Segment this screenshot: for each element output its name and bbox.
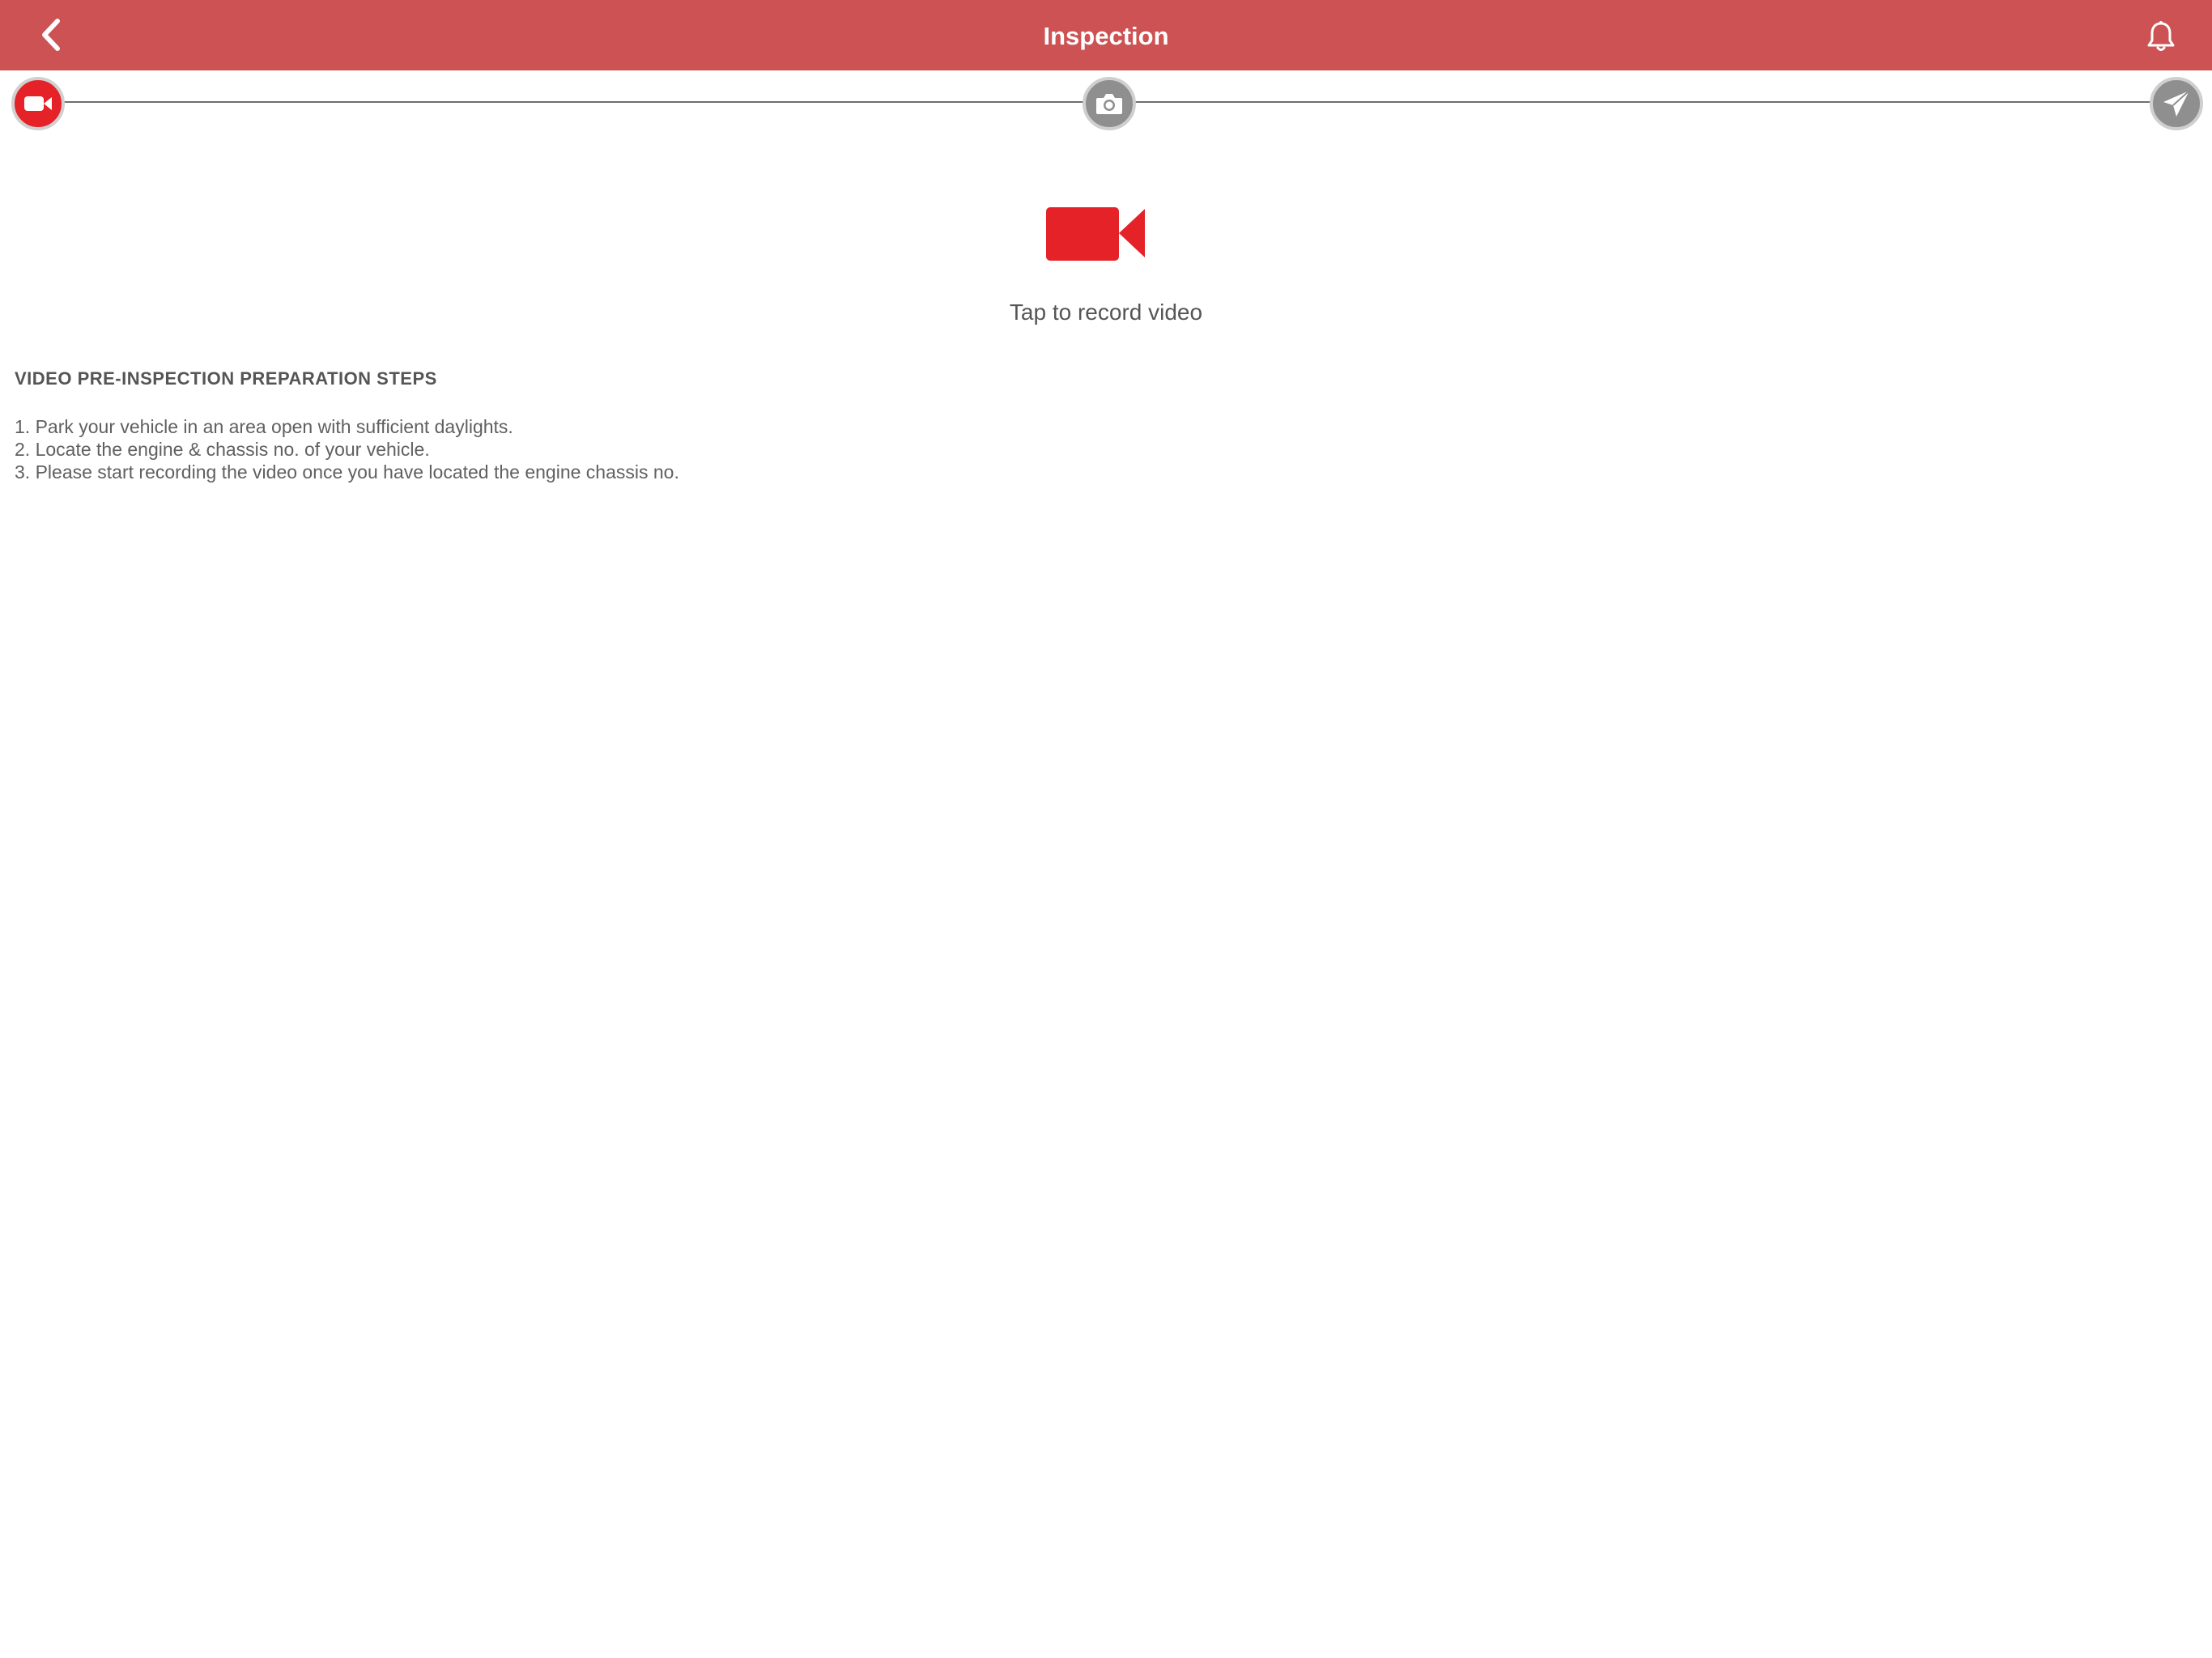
record-video-label: Tap to record video <box>1009 300 1203 325</box>
step-photo[interactable] <box>1083 77 1136 130</box>
video-camera-icon <box>24 96 52 111</box>
camera-icon <box>1096 94 1122 114</box>
instruction-item: 1. Park your vehicle in an area open wit… <box>15 416 513 437</box>
instruction-item: 2. Locate the engine & chassis no. of yo… <box>15 439 430 460</box>
video-camera-icon <box>1046 207 1145 261</box>
record-video-button[interactable]: Tap to record video <box>955 186 1257 340</box>
instructions-title: VIDEO PRE-INSPECTION PREPARATION STEPS <box>15 368 437 389</box>
step-video[interactable] <box>11 77 65 130</box>
inspection-screen: Inspection Tap to record video VIDEO PRE… <box>0 0 2212 1658</box>
step-progress-bar <box>0 70 2212 138</box>
chevron-left-icon <box>42 19 60 51</box>
paper-plane-icon <box>2163 90 2190 117</box>
back-button[interactable] <box>31 15 71 55</box>
top-navigation-bar: Inspection <box>0 0 2212 70</box>
instructions-section: VIDEO PRE-INSPECTION PREPARATION STEPS 1… <box>15 368 1472 483</box>
step-submit[interactable] <box>2150 77 2203 130</box>
bell-icon <box>2147 21 2175 51</box>
page-title: Inspection <box>1043 22 1169 50</box>
instruction-item: 3. Please start recording the video once… <box>15 461 679 483</box>
notifications-button[interactable] <box>2141 16 2181 57</box>
